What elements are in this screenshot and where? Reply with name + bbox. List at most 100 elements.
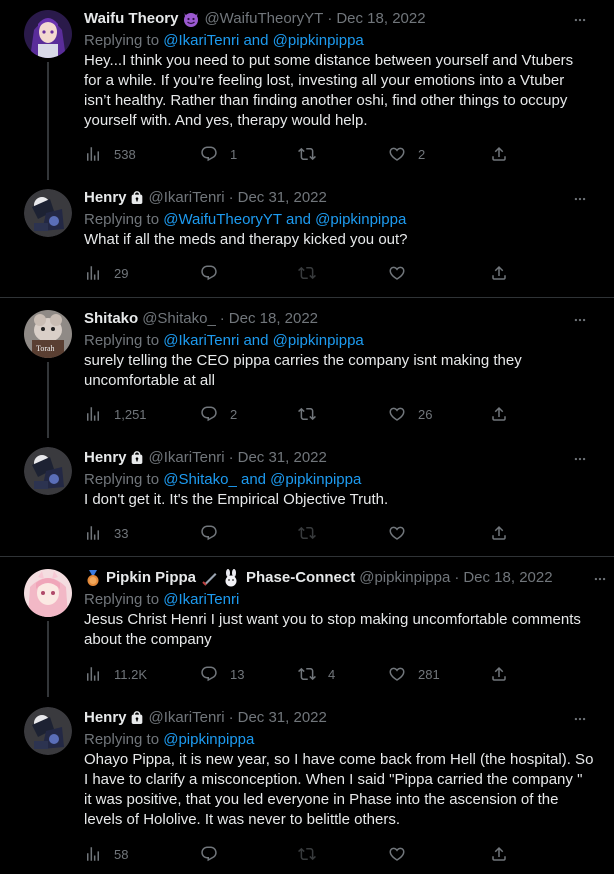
share-button[interactable]: [490, 665, 508, 683]
display-name[interactable]: Henry: [84, 708, 127, 728]
separator-dot: ·: [219, 310, 225, 327]
reply-icon: [200, 405, 218, 423]
avatar[interactable]: [24, 189, 72, 237]
tweet-waifu-theory[interactable]: Waifu Theory @WaifuTheoryYT · Dec 18, 20…: [0, 0, 614, 180]
mention-link[interactable]: @IkariTenri and @pipkinpippa: [163, 332, 364, 349]
reply-icon: [200, 665, 218, 683]
replying-to: Replying to @IkariTenri and @pipkinpippa: [84, 331, 594, 351]
tweet-pipkin-pippa[interactable]: Pipkin Pippa Phase-Connect @pipkinpippa …: [0, 557, 614, 697]
retweet-button[interactable]: 4: [298, 665, 335, 683]
tweet-shitako[interactable]: Torah Shitako @Shitako_ · Dec 18, 2022 R…: [0, 298, 614, 438]
more-icon[interactable]: [572, 712, 588, 726]
timestamp[interactable]: Dec 31, 2022: [238, 188, 327, 208]
mention-link[interactable]: @IkariTenri and @pipkinpippa: [163, 32, 364, 49]
display-name-suffix[interactable]: Phase-Connect: [246, 568, 355, 588]
separator-dot: ·: [228, 189, 234, 206]
mention-link[interactable]: @Shitako_ and @pipkinpippa: [163, 471, 361, 488]
replying-to: Replying to @IkariTenri: [84, 590, 594, 610]
display-name[interactable]: Pipkin Pippa: [106, 568, 196, 588]
handle[interactable]: @IkariTenri: [149, 708, 225, 728]
avatar[interactable]: [24, 707, 72, 755]
mention-link[interactable]: @WaifuTheoryYT and @pipkinpippa: [163, 211, 406, 228]
avatar[interactable]: Torah: [24, 310, 72, 358]
share-button[interactable]: [490, 524, 508, 542]
like-button[interactable]: 2: [388, 145, 425, 163]
more-icon[interactable]: [572, 452, 588, 466]
handle[interactable]: @WaifuTheoryYT: [204, 9, 323, 29]
reply-button[interactable]: [200, 264, 218, 282]
tweet-henry[interactable]: Henry @IkariTenri · Dec 31, 2022 Replyin…: [0, 697, 614, 874]
reply-button[interactable]: 13: [200, 665, 244, 683]
separator-dot: ·: [454, 569, 460, 586]
replying-to: Replying to @IkariTenri and @pipkinpippa: [84, 31, 594, 51]
retweet-button[interactable]: [298, 845, 316, 863]
timestamp[interactable]: Dec 31, 2022: [238, 448, 327, 468]
more-icon[interactable]: [572, 13, 588, 27]
tweet-header: Shitako @Shitako_ · Dec 18, 2022: [84, 309, 594, 329]
timestamp[interactable]: Dec 18, 2022: [463, 568, 552, 588]
views-button[interactable]: 1,251: [84, 405, 147, 423]
display-name[interactable]: Henry: [84, 188, 127, 208]
share-button[interactable]: [490, 845, 508, 863]
views-button[interactable]: 33: [84, 524, 128, 542]
retweet-button[interactable]: [298, 264, 316, 282]
tweet-henry[interactable]: Henry @IkariTenri · Dec 31, 2022 Replyin…: [0, 180, 614, 297]
tweet-body: Pipkin Pippa Phase-Connect @pipkinpippa …: [84, 568, 594, 650]
views-count: 538: [114, 146, 136, 162]
views-count: 29: [114, 265, 129, 281]
lock-icon: [129, 450, 145, 466]
views-button[interactable]: 58: [84, 845, 128, 863]
share-button[interactable]: [490, 264, 508, 282]
handle[interactable]: @pipkinpippa: [359, 568, 450, 588]
tweet-actions: 1,251 2 26: [84, 405, 524, 427]
more-icon[interactable]: [572, 192, 588, 206]
like-icon: [388, 665, 406, 683]
avatar[interactable]: [24, 10, 72, 58]
display-name[interactable]: Henry: [84, 448, 127, 468]
retweet-icon: [298, 845, 316, 863]
share-button[interactable]: [490, 405, 508, 423]
rabbit-emoji-icon: [222, 569, 240, 587]
reply-button[interactable]: [200, 845, 218, 863]
like-button[interactable]: [388, 524, 406, 542]
reply-icon: [200, 264, 218, 282]
mention-link[interactable]: @pipkinpippa: [163, 731, 254, 748]
like-button[interactable]: [388, 264, 406, 282]
avatar-label: Torah: [36, 344, 55, 353]
like-icon: [388, 524, 406, 542]
retweet-button[interactable]: [298, 145, 328, 163]
reply-button[interactable]: 1: [200, 145, 237, 163]
views-button[interactable]: 11.2K: [84, 665, 147, 683]
more-icon[interactable]: [572, 313, 588, 327]
display-name[interactable]: Waifu Theory: [84, 9, 178, 29]
lock-icon: [129, 710, 145, 726]
views-icon: [84, 264, 102, 282]
views-count: 1,251: [114, 406, 147, 422]
handle[interactable]: @IkariTenri: [149, 188, 225, 208]
mention-link[interactable]: @IkariTenri: [163, 591, 239, 608]
share-button[interactable]: [490, 145, 508, 163]
like-button[interactable]: 26: [388, 405, 432, 423]
avatar[interactable]: [24, 447, 72, 495]
avatar[interactable]: [24, 569, 72, 617]
reply-button[interactable]: 2: [200, 405, 237, 423]
views-button[interactable]: 538: [84, 145, 136, 163]
views-button[interactable]: 29: [84, 264, 128, 282]
reply-button[interactable]: [200, 524, 218, 542]
like-count: 2: [418, 146, 426, 162]
retweet-button[interactable]: [298, 405, 316, 423]
retweet-button[interactable]: [298, 524, 316, 542]
replying-prefix: Replying to: [84, 32, 164, 49]
views-icon: [84, 845, 102, 863]
display-name[interactable]: Shitako: [84, 309, 138, 329]
handle[interactable]: @Shitako_: [142, 309, 216, 329]
replying-to: Replying to @pipkinpippa: [84, 730, 594, 750]
timestamp[interactable]: Dec 31, 2022: [238, 708, 327, 728]
like-button[interactable]: 281: [388, 665, 440, 683]
handle[interactable]: @IkariTenri: [149, 448, 225, 468]
like-button[interactable]: [388, 845, 406, 863]
timestamp[interactable]: Dec 18, 2022: [229, 309, 318, 329]
more-icon[interactable]: [592, 572, 608, 586]
timestamp[interactable]: Dec 18, 2022: [336, 9, 425, 29]
tweet-henry[interactable]: Henry @IkariTenri · Dec 31, 2022 Replyin…: [0, 438, 614, 556]
